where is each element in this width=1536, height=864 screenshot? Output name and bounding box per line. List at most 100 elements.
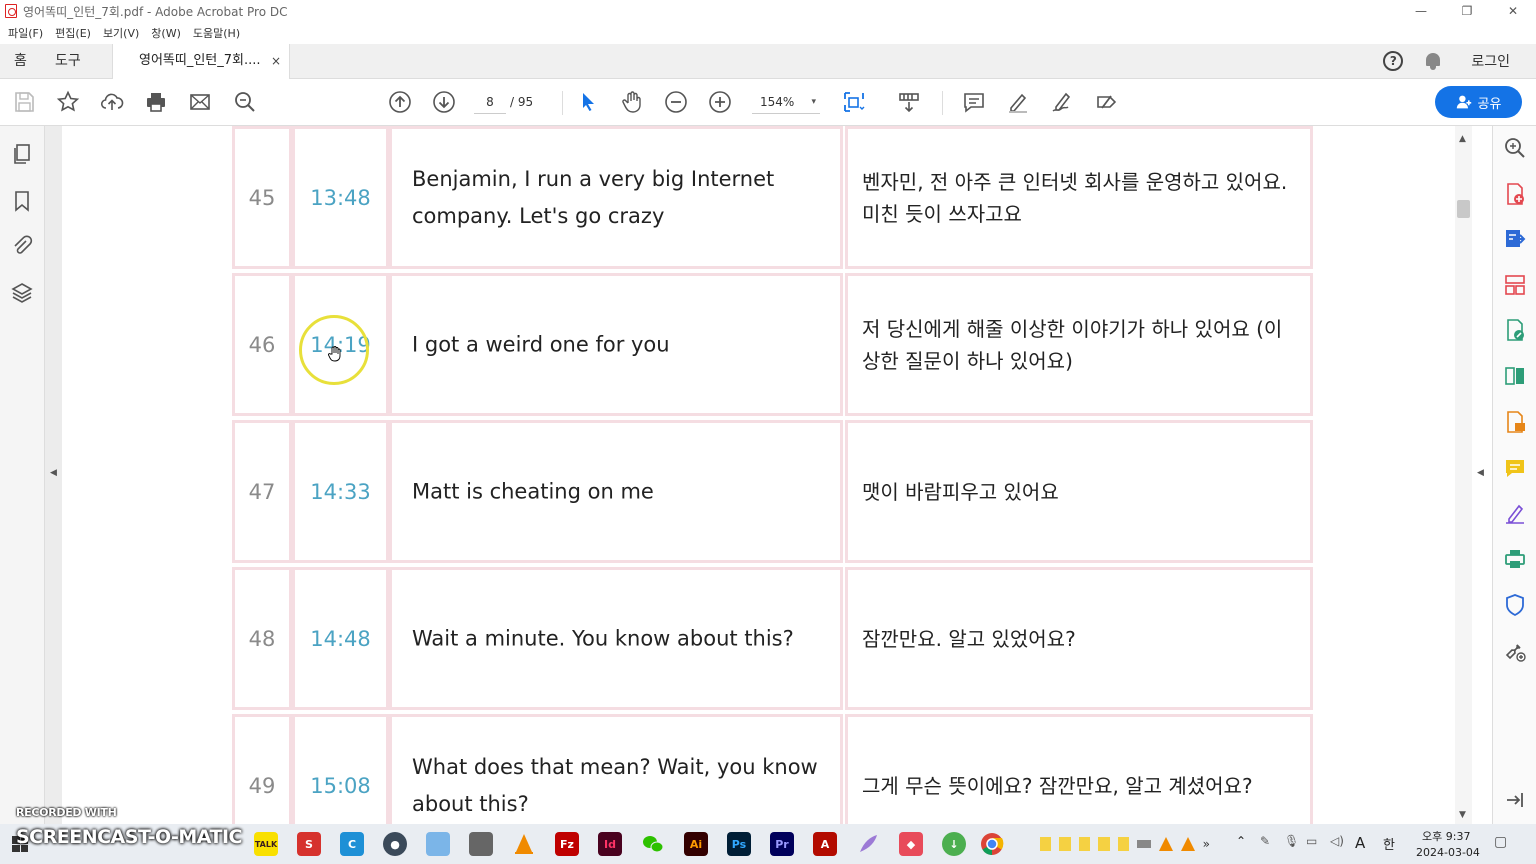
ime-korean-indicator[interactable]: 한 [1383,834,1395,853]
scroll-down-icon[interactable]: ▼ [1459,810,1466,820]
kakaotalk-icon[interactable]: TALK [254,832,278,856]
compare-icon[interactable] [1503,364,1527,388]
comment-tool-icon[interactable] [1503,456,1527,480]
photoshop-icon[interactable]: Ps [727,832,751,856]
close-window-button[interactable]: ✕ [1490,0,1536,22]
pen-icon[interactable]: ✎ [1260,834,1270,848]
sticky-note-icon[interactable] [1040,837,1052,851]
show-hidden-icons-icon[interactable]: ⌃ [1236,834,1246,848]
document-view[interactable]: 45 13:48 Benjamin, I run a very big Inte… [62,126,1455,824]
star-icon[interactable] [56,90,80,114]
bookmark-icon[interactable] [10,189,34,213]
minimize-button[interactable]: — [1398,0,1444,22]
menu-help[interactable]: 도움말(H) [193,25,240,41]
tab-tools[interactable]: 도구 [55,44,81,78]
sticky-note-icon[interactable] [1117,837,1130,851]
tray-app-icon[interactable] [1137,840,1151,848]
page-fit-icon[interactable] [842,90,866,114]
download-icon[interactable]: ↓ [942,832,966,856]
menu-view[interactable]: 보기(V) [103,25,139,41]
select-cursor-icon[interactable] [576,90,600,114]
right-pane-toggle[interactable]: ◀ [1472,126,1492,824]
row-number: 48 [248,626,276,651]
volume-icon[interactable]: ◁) [1330,834,1344,848]
vertical-scrollbar[interactable]: ▲ ▼ [1455,126,1472,824]
search-icon[interactable] [1503,136,1527,160]
vlc-tray-icon[interactable] [1180,837,1195,851]
page-thumbnails-icon[interactable] [10,142,34,166]
vlc-icon[interactable] [512,832,536,856]
notes-icon[interactable] [426,832,450,856]
print-icon[interactable] [144,90,168,114]
sticky-note-icon[interactable] [1078,837,1091,851]
indesign-icon[interactable]: Id [598,832,622,856]
c-icon[interactable]: C [340,832,364,856]
edit-pdf-icon[interactable] [1503,318,1527,342]
stt-icon[interactable]: S [297,832,321,856]
next-page-icon[interactable] [432,90,456,114]
clock-time[interactable]: 오후 9:37 [1422,828,1470,844]
app-icon[interactable]: ◆ [899,832,923,856]
edit-tag-icon[interactable] [1094,90,1118,114]
obs-icon[interactable]: ● [383,832,407,856]
zoom-out-icon[interactable] [664,90,688,114]
create-pdf-icon[interactable] [1503,182,1527,206]
share-button[interactable]: 공유 [1435,86,1522,118]
microphone-icon[interactable]: 🎙 [1284,834,1299,848]
filezilla-icon[interactable]: Fz [555,832,579,856]
clock-date[interactable]: 2024-03-04 [1416,846,1480,859]
tab-home[interactable]: 홈 [14,44,27,78]
left-pane-toggle[interactable]: ◀ [45,126,62,824]
layers-icon[interactable] [10,281,34,305]
page-number-input[interactable]: 8 [474,92,506,114]
email-icon[interactable] [188,90,212,114]
table-row: 47 14:33 Matt is cheating on me 맷이 바람피우고… [232,416,1314,563]
fill-sign-icon[interactable] [1503,410,1527,434]
search-zoom-icon[interactable] [233,90,257,114]
premiere-icon[interactable]: Pr [770,832,794,856]
english-text: Benjamin, I run a very big Internet comp… [412,166,775,228]
network-icon[interactable]: ▭ [1306,834,1317,848]
menu-window[interactable]: 창(W) [151,25,181,41]
feather-icon[interactable] [856,832,880,856]
signature-icon[interactable] [1503,502,1527,526]
login-button[interactable]: 로그인 [1471,51,1510,71]
previous-page-icon[interactable] [388,90,412,114]
wechat-icon[interactable] [641,832,665,856]
illustrator-icon[interactable]: Ai [684,832,708,856]
sticky-note-icon[interactable] [1098,837,1110,851]
chrome-icon[interactable] [980,832,1004,856]
bell-icon[interactable] [1425,52,1441,70]
sticky-note-icon[interactable] [1059,837,1071,851]
scroll-up-icon[interactable]: ▲ [1459,134,1466,144]
print-production-icon[interactable] [1503,547,1527,571]
comment-icon[interactable] [962,90,986,114]
draw-sign-icon[interactable] [1050,90,1074,114]
vlc-tray-icon[interactable] [1158,837,1173,851]
more-apps-icon[interactable]: » [1203,837,1210,851]
scrollbar-thumb[interactable] [1457,200,1470,218]
tool-icon[interactable] [469,832,493,856]
collapse-tools-icon[interactable] [1503,788,1527,812]
protect-shield-icon[interactable] [1503,593,1527,617]
restore-button[interactable]: ❐ [1444,0,1490,22]
more-tools-icon[interactable] [1503,639,1527,663]
tab-document[interactable]: 영어똑띠_인턴_7회.... × [112,44,290,79]
attachment-icon[interactable] [10,234,34,258]
save-icon[interactable] [12,90,36,114]
ime-english-indicator[interactable]: A [1355,834,1365,852]
acrobat-icon[interactable]: A [813,832,837,856]
scroll-mode-icon[interactable] [897,90,921,114]
hand-tool-icon[interactable] [620,90,644,114]
menu-edit[interactable]: 편집(E) [55,25,91,41]
highlight-pen-icon[interactable] [1006,90,1030,114]
zoom-in-icon[interactable] [708,90,732,114]
organize-pages-icon[interactable] [1503,273,1527,297]
menu-file[interactable]: 파일(F) [8,25,43,41]
upload-cloud-icon[interactable] [100,90,124,114]
help-icon[interactable]: ? [1383,51,1404,71]
zoom-level-select[interactable]: 154% ▾ [752,92,820,114]
close-tab-icon[interactable]: × [271,44,281,78]
notification-icon[interactable]: ▢ [1494,834,1507,850]
export-pdf-icon[interactable] [1503,227,1527,251]
